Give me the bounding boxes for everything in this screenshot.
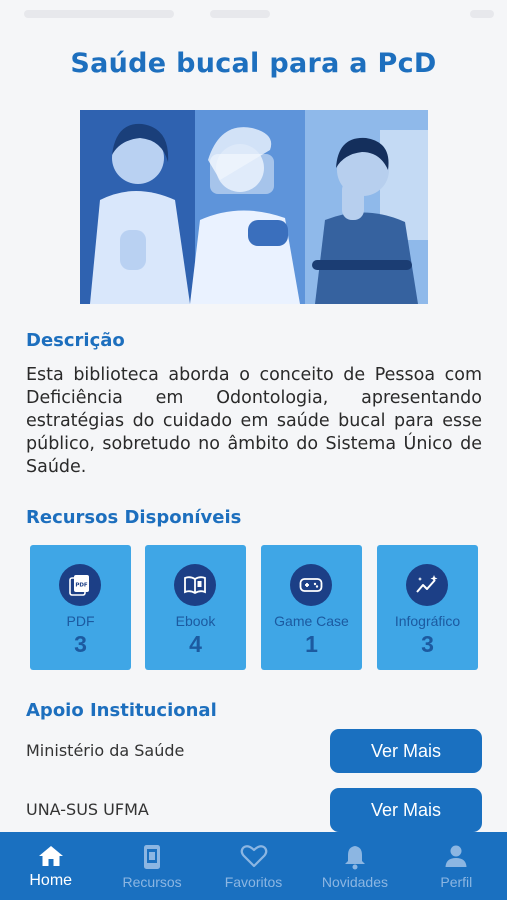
resource-label: Infográfico: [394, 613, 461, 629]
resource-card-pdf[interactable]: PDF PDF 3: [30, 545, 131, 670]
status-bar-blurred-info: [24, 10, 174, 18]
tab-novidades[interactable]: Novidades: [304, 832, 405, 900]
tab-label: Perfil: [440, 874, 473, 890]
chart-sparkle-icon: [406, 564, 448, 606]
tab-label: Novidades: [321, 874, 388, 890]
home-icon: [38, 846, 63, 866]
pdf-icon: PDF: [59, 564, 101, 606]
battery-icon: [470, 10, 494, 18]
status-bar: [0, 0, 507, 28]
user-icon: [445, 845, 467, 867]
tab-label: Home: [29, 872, 73, 889]
support-heading: Apoio Institucional: [26, 700, 217, 721]
tab-label: Favoritos: [224, 874, 283, 890]
resource-card-game-case[interactable]: Game Case 1: [261, 545, 362, 670]
resource-count: 4: [189, 631, 202, 657]
resource-count: 1: [305, 631, 318, 657]
book-icon: [174, 564, 216, 606]
resource-count: 3: [74, 631, 87, 657]
resource-label: PDF: [66, 613, 95, 629]
bottom-tab-bar: Home Recursos Favoritos Novidades Perfil: [0, 832, 507, 900]
support-name: Ministério da Saúde: [26, 741, 185, 760]
resource-count: 3: [421, 631, 434, 657]
hero-image: [80, 110, 428, 304]
support-name: UNA-SUS UFMA: [26, 800, 149, 819]
ver-mais-button[interactable]: Ver Mais: [330, 788, 482, 832]
resource-card-infografico[interactable]: Infográfico 3: [377, 545, 478, 670]
bell-icon: [344, 846, 365, 870]
tab-home[interactable]: Home: [0, 832, 101, 900]
resources-grid: PDF PDF 3 Ebook 4 Game Case 1 Infográfic…: [30, 545, 478, 670]
support-row-una-sus: UNA-SUS UFMA Ver Mais: [26, 788, 482, 832]
resources-heading: Recursos Disponíveis: [26, 507, 242, 528]
resource-card-ebook[interactable]: Ebook 4: [145, 545, 246, 670]
tab-perfil[interactable]: Perfil: [406, 832, 507, 900]
description-heading: Descrição: [26, 330, 125, 351]
resource-label: Game Case: [274, 613, 349, 629]
device-icon: [144, 845, 161, 869]
status-bar-blurred-time: [210, 10, 270, 18]
ver-mais-button[interactable]: Ver Mais: [330, 729, 482, 773]
tab-favoritos[interactable]: Favoritos: [203, 832, 304, 900]
resource-label: Ebook: [175, 613, 216, 629]
tab-label: Recursos: [122, 874, 182, 890]
svg-text:PDF: PDF: [75, 583, 88, 589]
support-row-ministerio: Ministério da Saúde Ver Mais: [26, 729, 482, 773]
tab-recursos[interactable]: Recursos: [101, 832, 202, 900]
description-text: Esta biblioteca aborda o conceito de Pes…: [26, 365, 482, 477]
heart-icon: [240, 845, 267, 868]
page-title: Saúde bucal para a PcD: [70, 48, 437, 79]
gamepad-icon: [290, 564, 332, 606]
